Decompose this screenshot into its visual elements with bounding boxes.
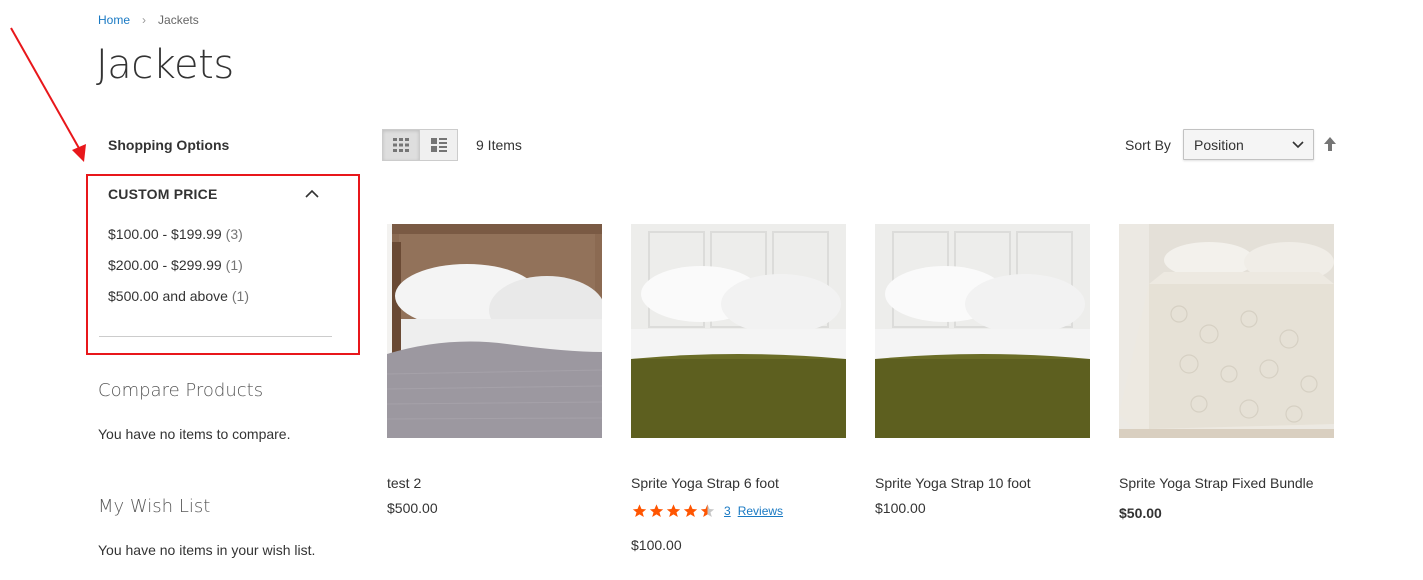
annotation-arrow	[10, 27, 86, 162]
breadcrumb-current: Jackets	[158, 13, 199, 27]
filter-option-label: $100.00 - $199.99	[108, 226, 222, 242]
compare-products-empty-text: You have no items to compare.	[98, 426, 291, 442]
page-title: Jackets	[96, 42, 234, 88]
list-view-button[interactable]	[420, 129, 458, 161]
grid-view-button[interactable]	[382, 129, 420, 161]
product-card[interactable]: test 2 $500.00	[387, 224, 602, 516]
filter-option-label: $200.00 - $299.99	[108, 257, 222, 273]
filter-option-count: (3)	[225, 226, 243, 242]
chevron-down-icon	[1292, 141, 1304, 149]
star-full-icon	[666, 504, 681, 517]
sort-by-label: Sort By	[1125, 137, 1171, 153]
product-name[interactable]: test 2	[387, 475, 421, 491]
product-rating: 3 Reviews	[631, 503, 783, 519]
filter-option-link[interactable]: $200.00 - $299.99 (1)	[108, 257, 243, 273]
filter-option-count: (1)	[225, 257, 243, 273]
filter-option-count: (1)	[231, 288, 250, 304]
product-card[interactable]: Sprite Yoga Strap 10 foot $100.00	[875, 224, 1090, 516]
filter-option: $200.00 - $299.99 (1)	[108, 257, 249, 288]
filter-option: $500.00 and above (1)	[108, 288, 249, 319]
grid-view-icon	[393, 138, 409, 152]
wishlist-title: My Wish List	[98, 496, 211, 517]
product-price: $100.00	[875, 500, 926, 516]
product-image[interactable]	[1119, 224, 1334, 438]
product-card[interactable]: Sprite Yoga Strap 6 foot 3 Reviews $100.…	[631, 224, 846, 553]
breadcrumb-separator: ›	[142, 13, 147, 27]
filter-option-link[interactable]: $100.00 - $199.99 (3)	[108, 226, 243, 242]
star-full-icon	[683, 504, 698, 517]
sort-by-select[interactable]: Position	[1183, 129, 1314, 160]
sort-by-value: Position	[1194, 136, 1244, 153]
breadcrumb-home-link[interactable]: Home	[98, 13, 130, 27]
product-price: $100.00	[631, 537, 682, 553]
breadcrumb: Home › Jackets	[98, 13, 199, 27]
filter-divider	[99, 336, 332, 337]
filter-option-link[interactable]: $500.00 and above (1)	[108, 288, 249, 304]
product-name[interactable]: Sprite Yoga Strap 6 foot	[631, 475, 779, 491]
wishlist-empty-text: You have no items in your wish list.	[98, 542, 316, 558]
reviews-count: 3	[724, 504, 731, 518]
filter-option-label: $500.00 and above	[108, 288, 228, 304]
filter-option: $100.00 - $199.99 (3)	[108, 226, 249, 257]
reviews-link[interactable]: 3 Reviews	[724, 504, 783, 518]
filter-title-custom-price[interactable]: CUSTOM PRICE	[108, 186, 218, 202]
product-image[interactable]	[875, 224, 1090, 438]
product-name[interactable]: Sprite Yoga Strap 10 foot	[875, 475, 1031, 491]
star-half-icon	[700, 504, 715, 517]
product-image[interactable]	[387, 224, 602, 438]
rating-stars	[631, 503, 716, 519]
reviews-label: Reviews	[737, 504, 784, 518]
product-image[interactable]	[631, 224, 846, 438]
product-price: $500.00	[387, 500, 438, 516]
product-name[interactable]: Sprite Yoga Strap Fixed Bundle	[1119, 475, 1314, 491]
compare-products-title: Compare Products	[98, 380, 264, 401]
chevron-up-icon[interactable]	[304, 187, 320, 201]
star-full-icon	[649, 504, 664, 517]
shopping-options-title: Shopping Options	[108, 137, 230, 153]
product-price: $50.00	[1119, 505, 1162, 521]
star-full-icon	[632, 504, 647, 517]
list-view-icon	[430, 138, 447, 152]
toolbar-items-count: 9 Items	[476, 137, 522, 153]
product-card[interactable]: Sprite Yoga Strap Fixed Bundle $50.00	[1119, 224, 1334, 521]
filter-options-list: $100.00 - $199.99 (3) $200.00 - $299.99 (1…	[108, 226, 249, 319]
view-mode-switcher	[382, 129, 458, 161]
arrow-up-icon[interactable]	[1323, 136, 1337, 152]
